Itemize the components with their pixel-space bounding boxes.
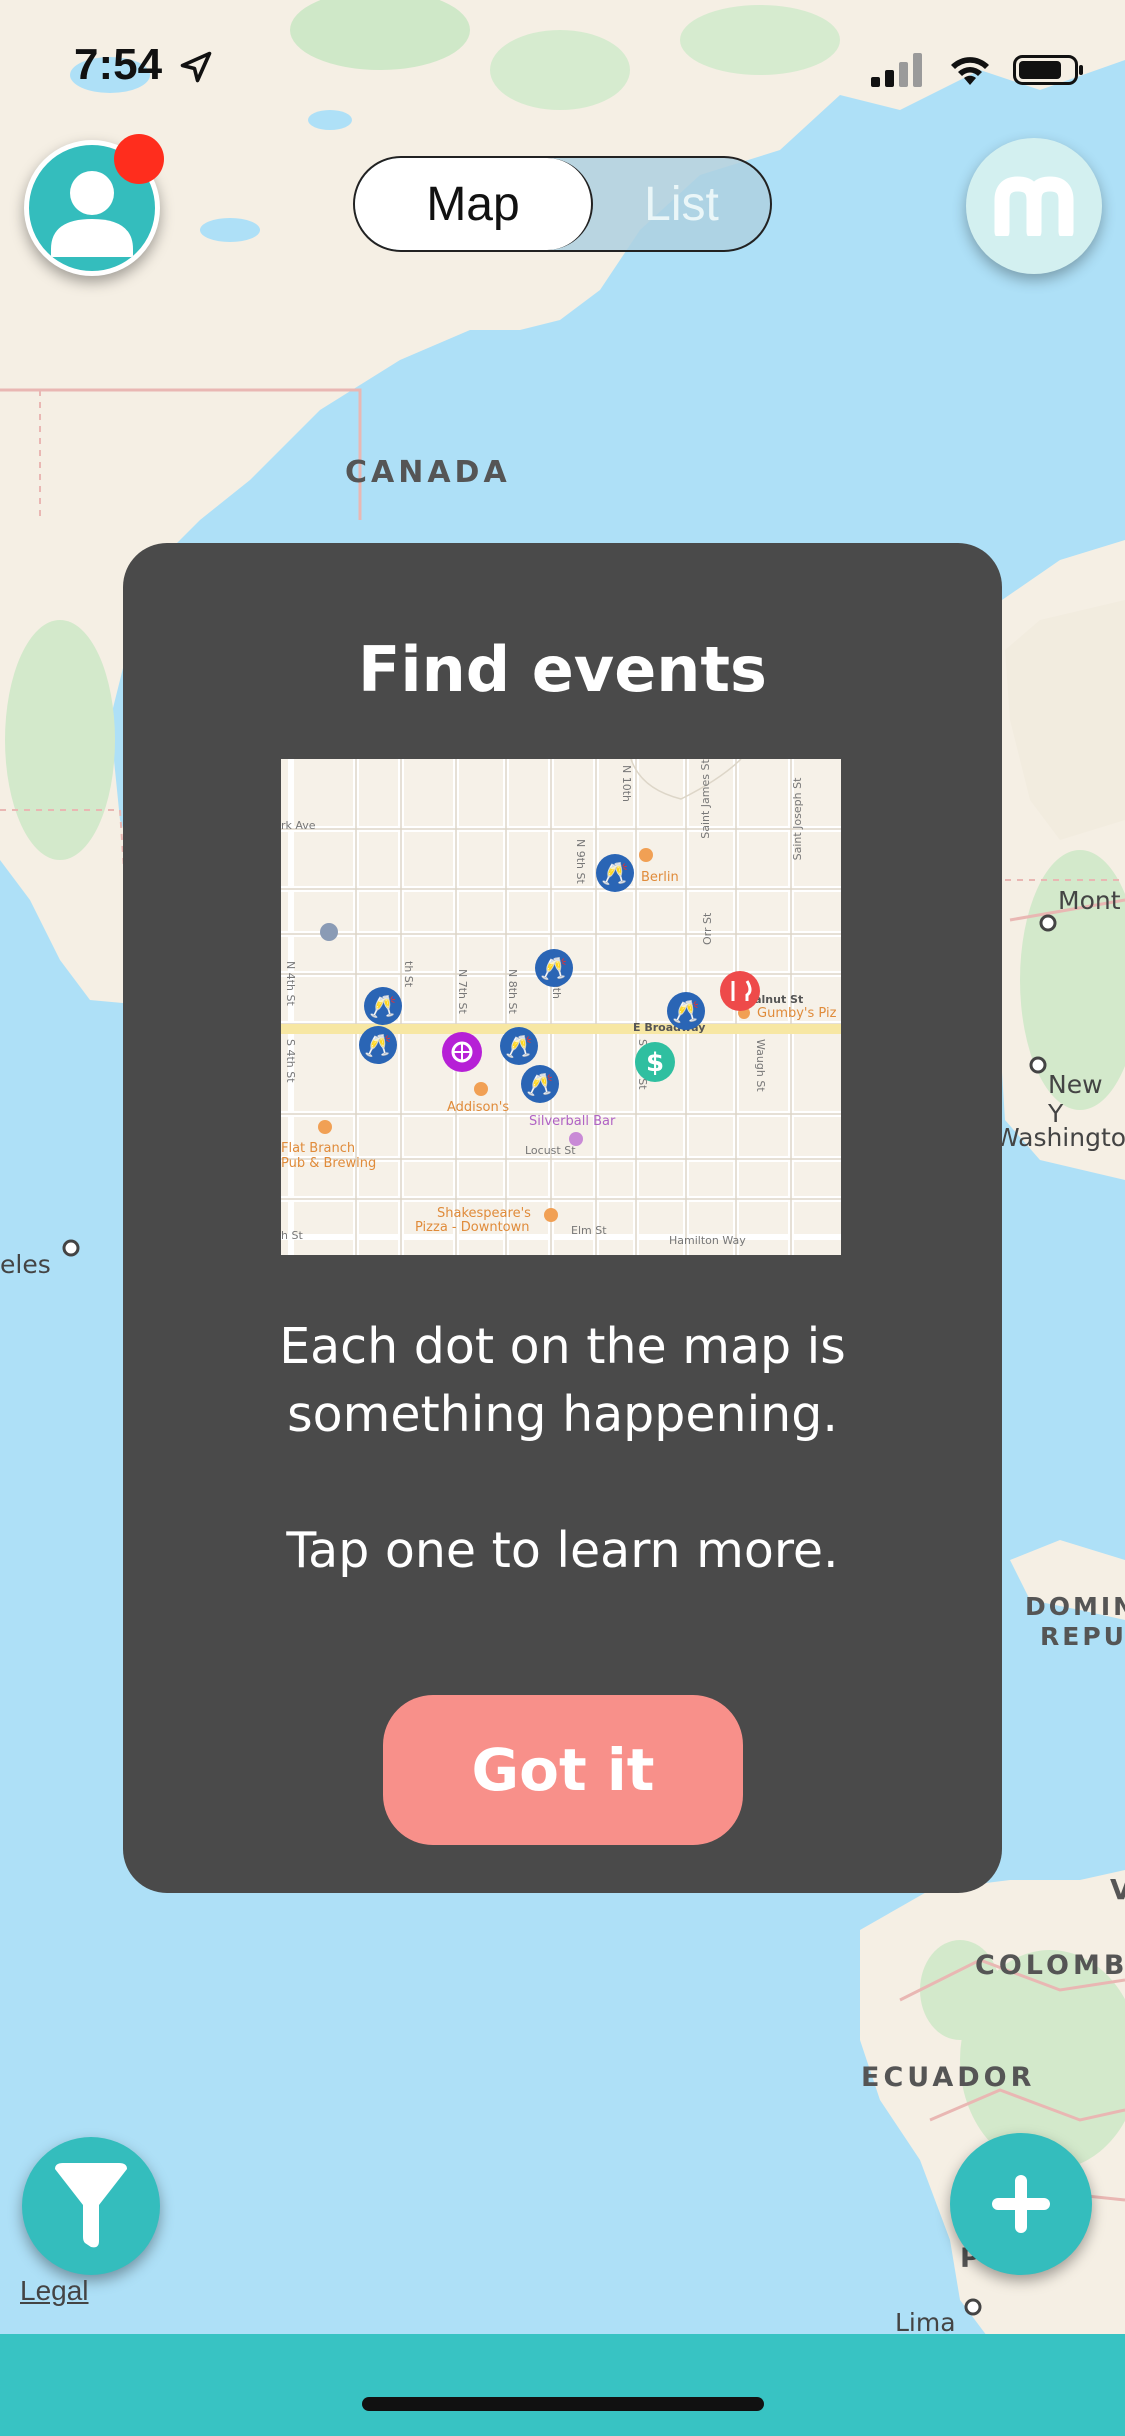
place-label: Addison's <box>447 1100 509 1115</box>
svg-text:🥂: 🥂 <box>526 1072 553 1098</box>
tab-map[interactable]: Map <box>355 158 593 250</box>
street-label: Hamilton Way <box>669 1234 746 1247</box>
notification-badge <box>114 134 164 184</box>
status-time-text: 7:54 <box>74 40 163 89</box>
cellular-signal-icon <box>871 53 922 87</box>
event-pin-drinks[interactable]: 🥂 <box>667 992 705 1030</box>
battery-icon <box>1013 55 1083 85</box>
svg-text:$: $ <box>646 1048 664 1078</box>
add-event-button[interactable] <box>950 2133 1092 2275</box>
street-label: Waugh St <box>754 1039 767 1092</box>
street-label: N 10th <box>620 765 633 802</box>
preview-map: rk Ave E Walnut St E Broadway Locust St … <box>281 759 841 1255</box>
modal-title: Find events <box>358 633 767 706</box>
map-city-new-york: New Y <box>1048 1070 1103 1128</box>
street-label: h St <box>281 1229 303 1242</box>
map-city-montreal: Mont <box>1058 886 1121 915</box>
place-label: Berlin <box>641 870 679 885</box>
place-label: Silverball Bar <box>529 1114 616 1129</box>
bottom-bar <box>0 2334 1125 2436</box>
modal-body-line-2: Tap one to learn more. <box>286 1522 839 1579</box>
street-label: rk Ave <box>281 819 316 832</box>
view-toggle: Map List <box>353 156 772 252</box>
svg-text:🥂: 🥂 <box>369 994 396 1020</box>
modal-body-line-1: Each dot on the map is something happeni… <box>279 1318 846 1443</box>
wifi-icon <box>951 57 989 85</box>
street-label: th St <box>402 961 415 988</box>
svg-text:🥂: 🥂 <box>601 861 628 887</box>
location-arrow-icon <box>181 52 212 83</box>
map-label-venezuela: V <box>1110 1873 1125 1906</box>
filter-button[interactable] <box>22 2137 160 2275</box>
place-label: Pub & Brewing <box>281 1156 376 1171</box>
map-label-ecuador: ECUADOR <box>861 2062 1036 2093</box>
brand-menu-button[interactable] <box>966 138 1102 274</box>
app-screen: CANADA DOMIN REPU V COLOMB ECUADOR P Mon… <box>0 0 1125 2436</box>
street-label: Locust St <box>525 1144 576 1157</box>
place-label: Gumby's Piz <box>757 1006 837 1021</box>
street-label: Saint Joseph St <box>791 777 804 860</box>
status-time: 7:54 <box>74 40 214 90</box>
street-label: N 7th St <box>456 969 469 1014</box>
event-pin-drinks[interactable]: 🥂 <box>364 987 402 1025</box>
map-city-washington: Washingto <box>995 1123 1125 1152</box>
event-pin-food[interactable] <box>720 971 760 1011</box>
plus-icon <box>992 2175 1050 2233</box>
event-pin-drinks[interactable]: 🥂 <box>596 854 634 892</box>
legal-link[interactable]: Legal <box>20 2275 89 2307</box>
map-label-canada: CANADA <box>345 455 511 490</box>
street-label: S 4th St <box>284 1039 297 1083</box>
street-label: N 9th St <box>574 839 587 884</box>
map-label-colombia: COLOMB <box>975 1950 1125 1981</box>
map-city-los-angeles: eles <box>0 1250 51 1279</box>
map-label-dominican-2: REPU <box>1040 1622 1125 1651</box>
street-label: N 4th St <box>284 961 297 1006</box>
modal-body: Each dot on the map is something happeni… <box>123 1313 1002 1585</box>
m-logo-icon <box>994 176 1074 236</box>
street-label: Elm St <box>571 1224 607 1237</box>
map-preview-image: rk Ave E Walnut St E Broadway Locust St … <box>281 759 841 1255</box>
svg-text:🥂: 🥂 <box>672 999 699 1025</box>
svg-text:🥂: 🥂 <box>540 956 567 982</box>
street-label: N 8th St <box>506 969 519 1014</box>
got-it-button[interactable]: Got it <box>383 1695 743 1845</box>
event-pin-drinks[interactable]: 🥂 <box>359 1026 397 1064</box>
status-icons <box>871 48 1085 92</box>
tab-list[interactable]: List <box>593 158 770 250</box>
event-pin-party[interactable] <box>442 1032 482 1072</box>
place-label: Pizza - Downtown <box>415 1220 530 1235</box>
place-label: Shakespeare's <box>437 1206 531 1221</box>
place-label: Flat Branch <box>281 1141 355 1156</box>
event-pin-drinks[interactable]: 🥂 <box>500 1027 538 1065</box>
event-pin-money[interactable]: $ <box>635 1042 675 1082</box>
onboarding-modal: Find events rk Ave E Walnut St E Broadwa… <box>123 543 1002 1893</box>
street-label: Orr St <box>701 912 714 945</box>
map-city-lima: Lima <box>895 2308 956 2337</box>
svg-text:🥂: 🥂 <box>364 1033 391 1059</box>
home-indicator[interactable] <box>362 2397 764 2411</box>
svg-text:🥂: 🥂 <box>505 1034 532 1060</box>
map-label-dominican: DOMIN <box>1025 1592 1125 1621</box>
event-pin-drinks[interactable]: 🥂 <box>521 1065 559 1103</box>
street-label: Saint James St <box>699 759 712 839</box>
event-pin-drinks[interactable]: 🥂 <box>535 949 573 987</box>
filter-icon <box>55 2163 127 2248</box>
